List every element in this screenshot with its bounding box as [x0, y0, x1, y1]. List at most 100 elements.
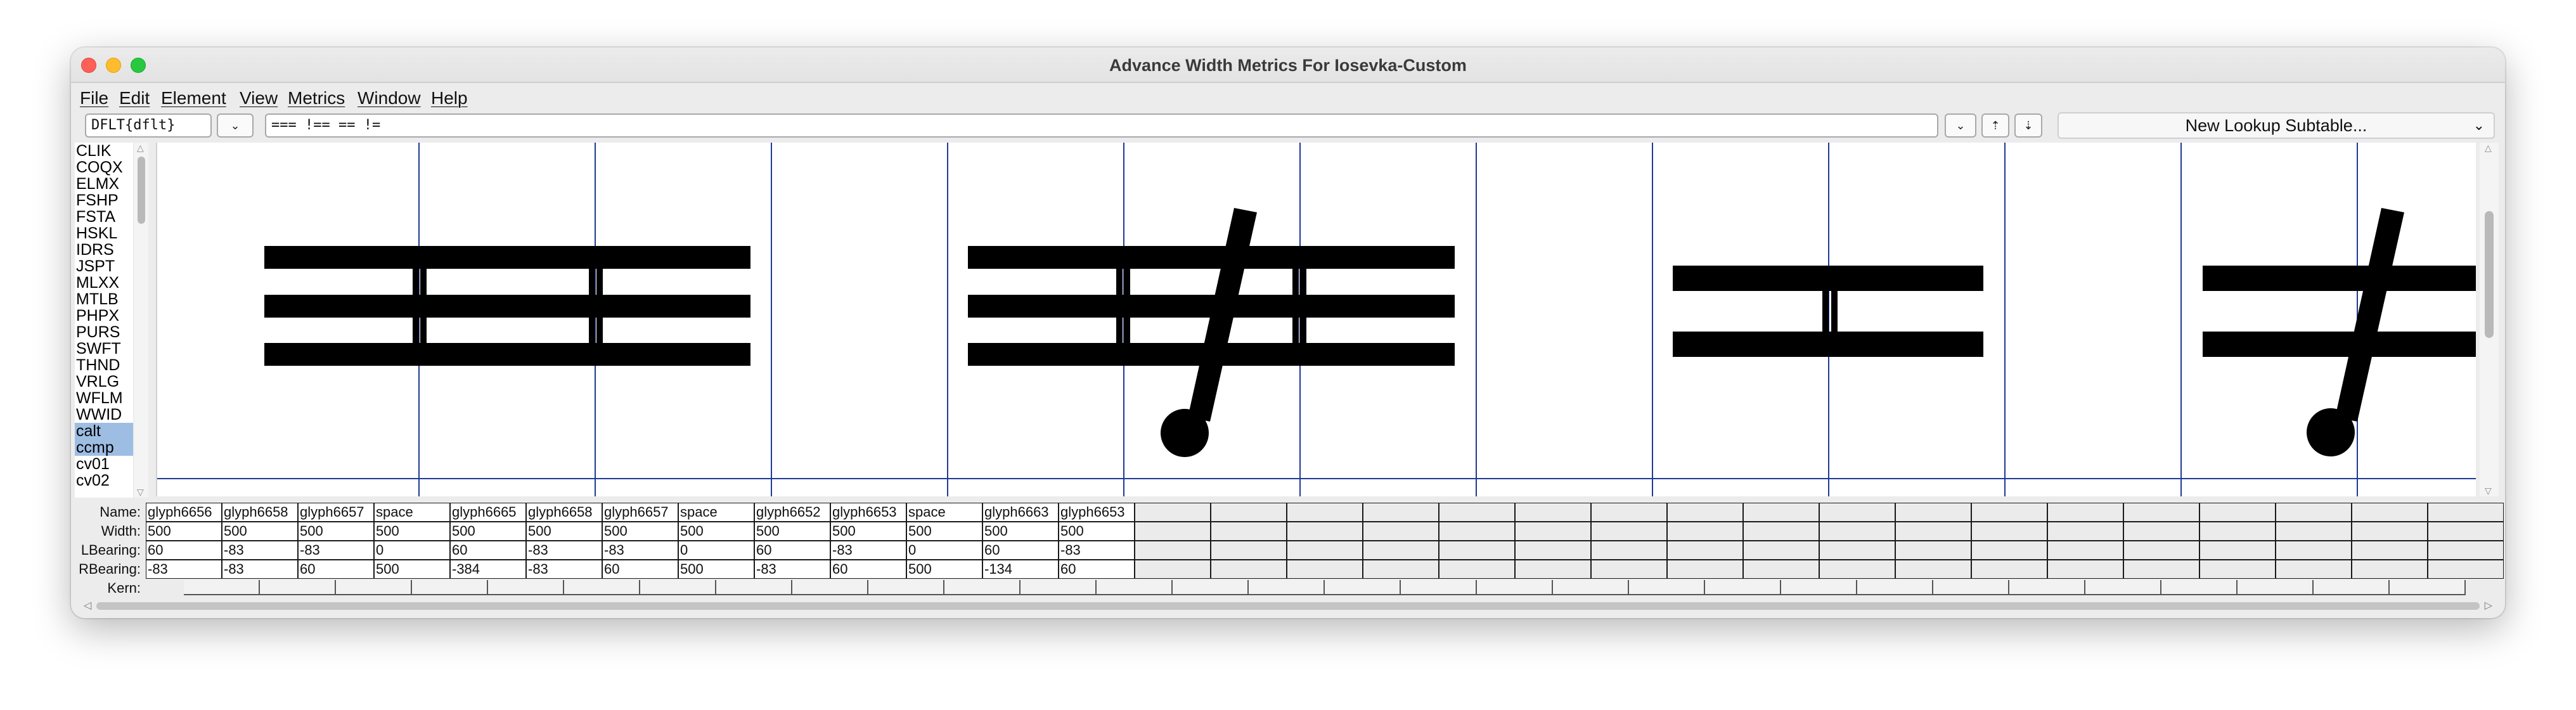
rbearing-cell[interactable]: -384 — [450, 560, 526, 579]
feature-item-calt[interactable]: calt — [75, 423, 133, 439]
feature-item-WWID[interactable]: WWID — [75, 406, 133, 423]
width-cell[interactable]: 500 — [678, 522, 754, 541]
canvas-scrollbar[interactable]: △ ▽ — [2480, 143, 2499, 496]
kern-cell[interactable] — [184, 580, 260, 595]
kern-cell[interactable] — [2314, 580, 2390, 595]
feature-item-MLXX[interactable]: MLXX — [75, 274, 133, 291]
lbearing-cell[interactable]: 0 — [678, 541, 754, 560]
name-cell[interactable]: space — [678, 503, 754, 522]
kern-cell[interactable] — [792, 580, 868, 595]
lbearing-cell[interactable]: -83 — [830, 541, 906, 560]
lbearing-cell[interactable]: -83 — [526, 541, 602, 560]
name-cell[interactable]: glyph6665 — [450, 503, 526, 522]
width-cell[interactable]: 500 — [450, 522, 526, 541]
kern-cell[interactable] — [1021, 580, 1097, 595]
horizontal-scrollbar[interactable]: ◁ ▷ — [84, 599, 2492, 613]
feature-tag-list[interactable]: CLIK COQX ELMX FSHP FSTA HSKL IDRS JSPT MLXX MTLB… — [75, 143, 133, 498]
kern-cell[interactable] — [1705, 580, 1781, 595]
feature-item-IDRS[interactable]: IDRS — [75, 242, 133, 258]
name-cell[interactable]: glyph6653 — [830, 503, 906, 522]
scroll-thumb[interactable] — [138, 157, 145, 224]
lbearing-cell[interactable]: -83 — [602, 541, 678, 560]
kern-cell[interactable] — [1629, 580, 1705, 595]
feature-item-WFLM[interactable]: WFLM — [75, 390, 133, 406]
kern-cell[interactable] — [1857, 580, 1933, 595]
width-cell[interactable]: 500 — [298, 522, 374, 541]
rbearing-cell[interactable]: 500 — [906, 560, 982, 579]
feature-item-PURS[interactable]: PURS — [75, 324, 133, 340]
width-cell[interactable]: 500 — [374, 522, 450, 541]
rbearing-cell[interactable]: 60 — [602, 560, 678, 579]
kern-cell[interactable] — [868, 580, 944, 595]
kern-cell[interactable] — [2085, 580, 2161, 595]
feature-list-scrollbar[interactable]: △ ▽ — [134, 143, 148, 498]
menu-help[interactable]: Help — [431, 88, 468, 108]
kern-cell[interactable] — [640, 580, 716, 595]
feature-item-MTLB[interactable]: MTLB — [75, 291, 133, 307]
rbearing-cell[interactable]: 60 — [1059, 560, 1135, 579]
kern-cell[interactable] — [488, 580, 564, 595]
feature-item-HSKL[interactable]: HSKL — [75, 225, 133, 242]
rbearing-cell[interactable]: 500 — [374, 560, 450, 579]
rbearing-cell[interactable]: 60 — [830, 560, 906, 579]
kern-cell[interactable] — [260, 580, 336, 595]
kern-cell[interactable] — [1401, 580, 1477, 595]
feature-item-THND[interactable]: THND — [75, 357, 133, 373]
lbearing-cell[interactable]: 0 — [374, 541, 450, 560]
name-cell[interactable]: glyph6652 — [754, 503, 830, 522]
feature-item-SWFT[interactable]: SWFT — [75, 340, 133, 357]
kern-cell[interactable] — [1933, 580, 2009, 595]
width-cell[interactable]: 500 — [830, 522, 906, 541]
glyph-text-input[interactable]: === !== == != — [265, 113, 1938, 138]
menu-window[interactable]: Window — [357, 88, 421, 108]
feature-item-COQX[interactable]: COQX — [75, 159, 133, 176]
lbearing-cell[interactable]: 60 — [982, 541, 1059, 560]
move-down-button[interactable]: ⇣ — [2014, 113, 2042, 138]
width-cell[interactable]: 500 — [982, 522, 1059, 541]
feature-item-VRLG[interactable]: VRLG — [75, 373, 133, 390]
width-cell[interactable]: 500 — [602, 522, 678, 541]
feature-item-ccmp[interactable]: ccmp — [75, 439, 133, 456]
text-dropdown-button[interactable]: ⌄ — [1945, 113, 1976, 138]
rbearing-cell[interactable]: 500 — [678, 560, 754, 579]
kern-cell[interactable] — [1553, 580, 1629, 595]
menu-file[interactable]: File — [80, 88, 108, 108]
name-cell[interactable]: space — [374, 503, 450, 522]
lbearing-cell[interactable]: 60 — [754, 541, 830, 560]
lbearing-cell[interactable]: -83 — [1059, 541, 1135, 560]
kern-cell[interactable] — [1249, 580, 1325, 595]
menu-metrics[interactable]: Metrics — [288, 88, 345, 108]
name-cell[interactable]: glyph6656 — [146, 503, 222, 522]
rbearing-cell[interactable]: -83 — [146, 560, 222, 579]
kern-cell[interactable] — [2009, 580, 2085, 595]
script-dropdown-button[interactable]: ⌄ — [217, 113, 254, 138]
rbearing-cell[interactable]: -134 — [982, 560, 1059, 579]
feature-item-FSHP[interactable]: FSHP — [75, 192, 133, 209]
width-cell[interactable]: 500 — [222, 522, 298, 541]
rbearing-cell[interactable]: 60 — [298, 560, 374, 579]
kern-cell[interactable] — [2390, 580, 2466, 595]
name-cell[interactable]: glyph6658 — [526, 503, 602, 522]
kern-cell[interactable] — [1173, 580, 1249, 595]
kern-cell[interactable] — [2238, 580, 2314, 595]
glyph-canvas[interactable] — [156, 143, 2476, 496]
width-cell[interactable]: 500 — [754, 522, 830, 541]
kern-cell[interactable] — [2161, 580, 2238, 595]
kern-cell[interactable] — [1477, 580, 1553, 595]
lbearing-cell[interactable]: 60 — [450, 541, 526, 560]
kern-cell[interactable] — [564, 580, 640, 595]
kern-cell[interactable] — [1781, 580, 1857, 595]
name-cell[interactable]: glyph6657 — [602, 503, 678, 522]
kern-cell[interactable] — [716, 580, 792, 595]
lbearing-cell[interactable]: -83 — [222, 541, 298, 560]
lbearing-cell[interactable]: 60 — [146, 541, 222, 560]
kern-cell[interactable] — [336, 580, 412, 595]
kern-cell[interactable] — [1325, 580, 1401, 595]
lbearing-cell[interactable]: 0 — [906, 541, 982, 560]
feature-item-FSTA[interactable]: FSTA — [75, 209, 133, 225]
rbearing-cell[interactable]: -83 — [754, 560, 830, 579]
name-cell[interactable]: glyph6653 — [1059, 503, 1135, 522]
name-cell[interactable]: glyph6663 — [982, 503, 1059, 522]
title-bar[interactable]: Advance Width Metrics For Iosevka-Custom — [71, 48, 2505, 83]
menu-view[interactable]: View — [240, 88, 278, 108]
